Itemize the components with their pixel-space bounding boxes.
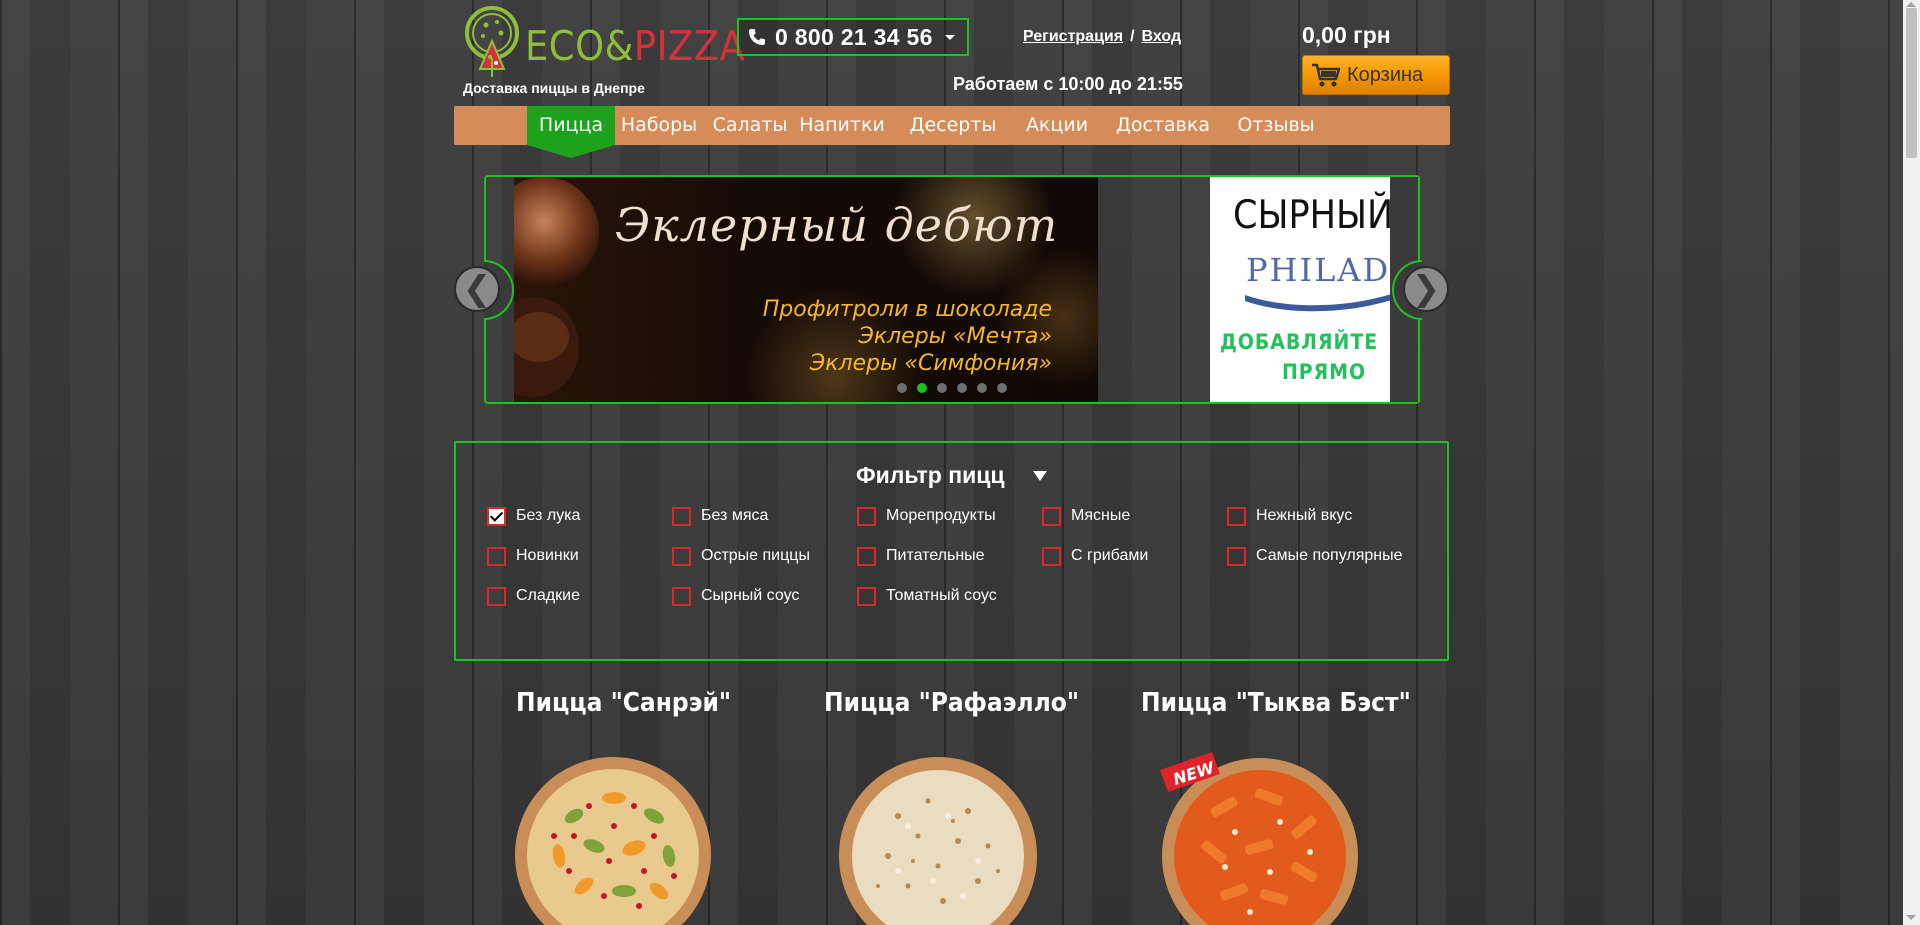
nav-item-sets[interactable]: Наборы	[617, 106, 701, 145]
register-link[interactable]: Регистрация	[1023, 28, 1123, 45]
filter-label[interactable]: Без лука	[516, 507, 580, 525]
main-nav: Пицца Наборы Салаты Напитки Десерты Акци…	[454, 106, 1450, 145]
filter-label[interactable]: Самые популярные	[1256, 547, 1402, 565]
pizza-logo-icon	[465, 6, 519, 77]
filter-label[interactable]: Томатный соус	[886, 587, 997, 605]
nav-active-pointer	[527, 145, 615, 158]
choux-pastry-image	[514, 177, 599, 397]
nav-item-delivery[interactable]: Доставка	[1115, 106, 1211, 145]
cart-label: Корзина	[1347, 63, 1424, 86]
filter-checkbox-no-onion[interactable]	[487, 507, 506, 526]
slider-dot[interactable]	[977, 383, 987, 393]
filter-label[interactable]: Острые пиццы	[701, 547, 810, 565]
slide-eclair-line: Профитроли в шоколаде	[762, 297, 1052, 322]
filter-checkbox-spicy[interactable]	[672, 547, 691, 566]
phone-icon	[749, 29, 765, 45]
filter-label[interactable]: Морепродукты	[886, 507, 996, 525]
slider-dot[interactable]	[937, 383, 947, 393]
product-title[interactable]: Пицца "Санрэй"	[516, 688, 731, 718]
nav-item-reviews[interactable]: Отзывы	[1231, 106, 1321, 145]
slider-prev-button[interactable]: ❮	[454, 266, 500, 312]
filter-label[interactable]: Мясные	[1071, 507, 1130, 525]
tagline: Доставка пиццы в Днепре	[463, 80, 645, 96]
auth-links: Регистрация / Вход	[1023, 28, 1181, 46]
filter-checkbox-tomato-sauce[interactable]	[857, 587, 876, 606]
filter-checkbox-new[interactable]	[487, 547, 506, 566]
slide-eclair-title: Эклерный дебют	[615, 198, 1059, 252]
filter-label[interactable]: Питательные	[886, 547, 985, 565]
filter-label[interactable]: Новинки	[516, 547, 579, 565]
slide-cheese-title: СЫРНЫЙ	[1233, 193, 1394, 238]
slider-dot[interactable]	[997, 383, 1007, 393]
nav-item-desserts[interactable]: Десерты	[907, 106, 999, 145]
slider-dot[interactable]	[897, 383, 907, 393]
phone-dropdown[interactable]: 0 800 21 34 56	[737, 18, 969, 56]
swoosh-graphic	[1245, 294, 1390, 312]
pizza-sunray-image[interactable]	[514, 756, 712, 925]
filter-label[interactable]: Без мяса	[701, 507, 768, 525]
login-link[interactable]: Вход	[1142, 28, 1182, 45]
shopping-cart-icon	[1312, 63, 1341, 87]
logo-eco-text: ECO&	[525, 22, 634, 70]
slide-eclair-line: Эклеры «Мечта»	[858, 324, 1052, 349]
scrollbar-thumb[interactable]	[1906, 8, 1917, 158]
pizza-raffaello-image[interactable]	[838, 756, 1038, 925]
chevron-down-icon	[944, 34, 955, 40]
working-hours: Работаем с 10:00 до 21:55	[953, 74, 1183, 94]
filter-checkbox-cheese-sauce[interactable]	[672, 587, 691, 606]
filter-checkbox-sweet[interactable]	[487, 587, 506, 606]
filter-checkbox-no-meat[interactable]	[672, 507, 691, 526]
cart-total: 0,00 грн	[1302, 22, 1391, 48]
filter-checkbox-meat[interactable]	[1042, 507, 1061, 526]
filter-label[interactable]: Нежный вкус	[1256, 507, 1352, 525]
nav-item-salads[interactable]: Салаты	[708, 106, 792, 145]
scroll-up-arrow-icon[interactable]	[1906, 2, 1916, 7]
filter-label[interactable]: С грибами	[1071, 547, 1148, 565]
slider-dot[interactable]	[957, 383, 967, 393]
slide-cheese-line: ПРЯМО	[1282, 360, 1367, 384]
nav-item-promotions[interactable]: Акции	[1022, 106, 1092, 145]
logo-wordmark: ECO& PIZZA	[525, 22, 745, 70]
product-title[interactable]: Пицца "Тыква Бэст"	[1141, 688, 1411, 718]
logo-pizza-text: PIZZA	[633, 22, 746, 70]
phone-number: 0 800 21 34 56	[775, 23, 933, 50]
pizza-pumpkin-best-image[interactable]: NEW	[1160, 752, 1360, 925]
filter-checkbox-mushrooms[interactable]	[1042, 547, 1061, 566]
filter-checkbox-gentle-taste[interactable]	[1227, 507, 1246, 526]
slider-dot-active[interactable]	[917, 383, 927, 393]
caret-down-icon[interactable]	[1033, 471, 1047, 481]
product-title[interactable]: Пицца "Рафаэлло"	[824, 688, 1079, 718]
scroll-down-arrow-icon[interactable]	[1906, 915, 1916, 920]
filter-label[interactable]: Сладкие	[516, 587, 580, 605]
filter-label[interactable]: Сырный соус	[701, 587, 799, 605]
filter-checkbox-most-popular[interactable]	[1227, 547, 1246, 566]
auth-separator: /	[1130, 28, 1135, 45]
site-logo-link[interactable]: ECO& PIZZA	[459, 3, 745, 79]
slide-cheese-brand: PHILAD	[1246, 251, 1391, 289]
nav-item-drinks[interactable]: Напитки	[794, 106, 890, 145]
filter-checkbox-seafood[interactable]	[857, 507, 876, 526]
nav-item-pizza[interactable]: Пицца	[527, 106, 615, 145]
cart-button[interactable]: Корзина	[1302, 55, 1450, 95]
filter-checkbox-nutritious[interactable]	[857, 547, 876, 566]
slide-cheese-line: ДОБАВЛЯЙТЕ	[1220, 330, 1379, 354]
filter-title[interactable]: Фильтр пицц	[856, 462, 1005, 489]
slider-next-button[interactable]: ❯	[1403, 266, 1449, 312]
slide-eclair-line: Эклеры «Симфония»	[809, 351, 1052, 376]
